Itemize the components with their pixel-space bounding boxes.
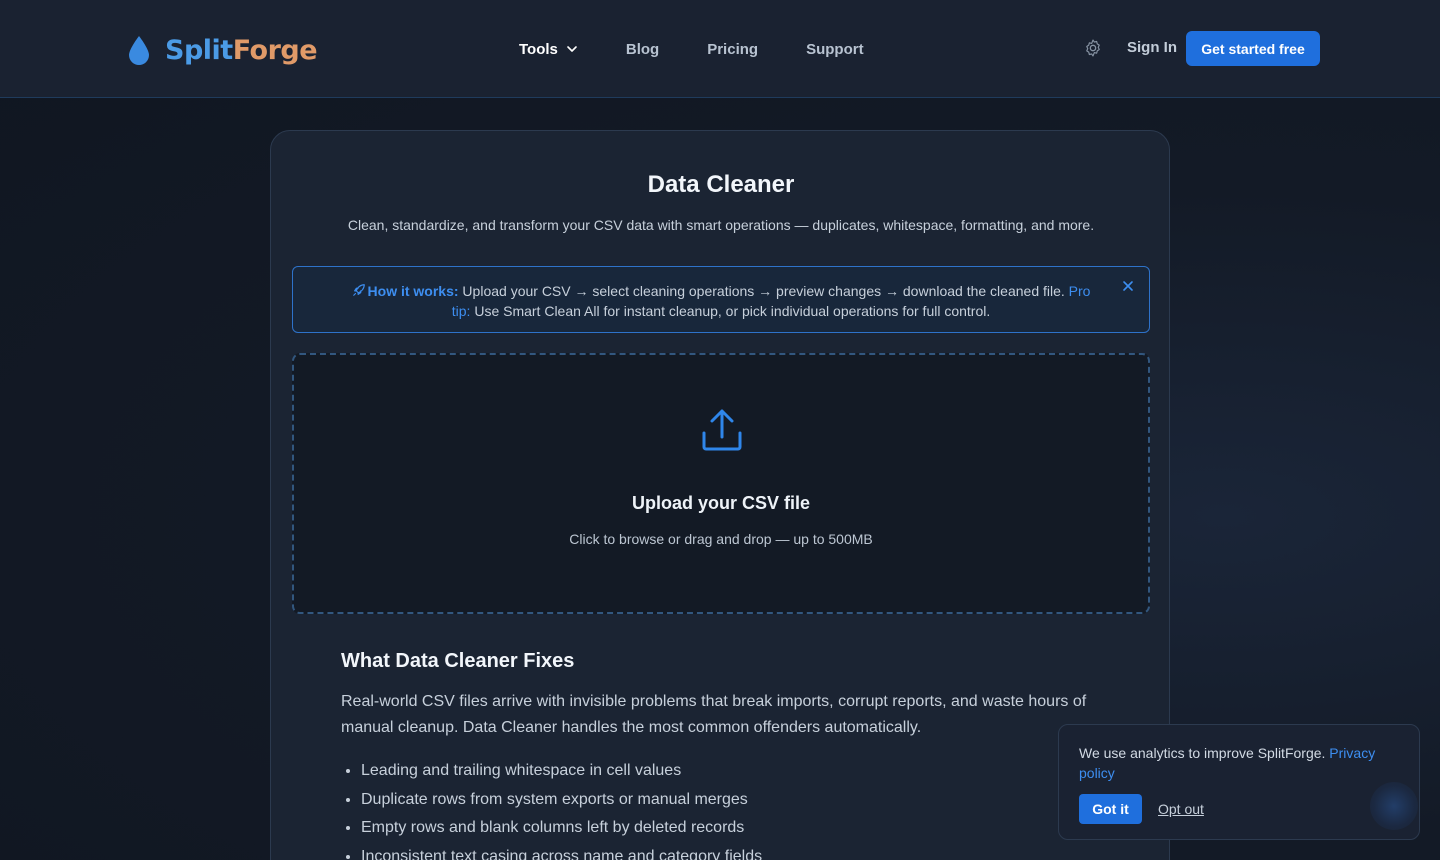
list-item: Inconsistent text casing across name and…: [361, 844, 1081, 860]
brand-name: SplitForge: [165, 34, 318, 66]
top-navbar: SplitForge Tools Blog Pricing Support Si…: [0, 0, 1440, 98]
opt-out-link[interactable]: Opt out: [1158, 801, 1204, 817]
sign-in-link[interactable]: Sign In: [1127, 39, 1177, 56]
nav-item-support[interactable]: Support: [806, 41, 864, 58]
cookie-text: We use analytics to improve SplitForge. …: [1079, 743, 1379, 783]
cookie-message: We use analytics to improve SplitForge.: [1079, 745, 1330, 761]
droplet-icon: [129, 36, 149, 65]
list-item: Duplicate rows from system exports or ma…: [361, 787, 1081, 816]
nav-item-pricing[interactable]: Pricing: [707, 41, 758, 58]
brand-name-part1: Split: [165, 34, 233, 66]
cookie-banner: We use analytics to improve SplitForge. …: [1058, 724, 1420, 840]
nav-item-label: Tools: [519, 40, 558, 58]
list-item: Leading and trailing whitespace in cell …: [361, 758, 1081, 787]
upload-icon: [702, 409, 742, 451]
upload-subtitle: Click to browse or drag and drop — up to…: [569, 531, 873, 547]
brand-name-part2: Forge: [232, 34, 318, 66]
rocket-icon: [352, 284, 365, 296]
how-it-works-text: Upload your CSV → select cleaning operat…: [458, 283, 1069, 299]
gear-icon[interactable]: [1083, 38, 1103, 58]
page-title: Data Cleaner: [647, 171, 795, 198]
csv-upload-dropzone[interactable]: Upload your CSV file Click to browse or …: [292, 353, 1150, 614]
chat-launcher-button[interactable]: [1370, 782, 1418, 830]
how-it-works-label: How it works:: [367, 283, 459, 299]
chevron-down-icon: [567, 46, 577, 52]
how-it-works-banner: How it works: Upload your CSV → select c…: [292, 266, 1150, 333]
fixes-heading: What Data Cleaner Fixes: [341, 650, 575, 672]
nav-item-label: Pricing: [707, 40, 759, 58]
fixes-intro: Real-world CSV files arrive with invisib…: [341, 693, 1087, 736]
brand-logo[interactable]: SplitForge: [127, 34, 318, 66]
main-nav: Tools Blog Pricing Support: [519, 38, 864, 60]
tool-card: Data Cleaner Clean, standardize, and tra…: [270, 130, 1170, 860]
pro-tip-text: Use Smart Clean All for instant cleanup,…: [470, 303, 991, 319]
nav-item-label: Support: [806, 40, 864, 58]
nav-item-blog[interactable]: Blog: [626, 41, 659, 58]
got-it-button[interactable]: Got it: [1079, 794, 1142, 824]
list-item: Empty rows and blank columns left by del…: [361, 815, 1081, 844]
close-icon[interactable]: [1121, 279, 1135, 293]
page-subtitle: Clean, standardize, and transform your C…: [347, 217, 1095, 233]
nav-item-label: Blog: [625, 40, 660, 58]
fixes-list: Leading and trailing whitespace in cell …: [361, 758, 1081, 860]
upload-title: Upload your CSV file: [631, 493, 811, 513]
get-started-button[interactable]: Get started free: [1186, 31, 1320, 66]
nav-item-tools[interactable]: Tools: [519, 41, 578, 58]
